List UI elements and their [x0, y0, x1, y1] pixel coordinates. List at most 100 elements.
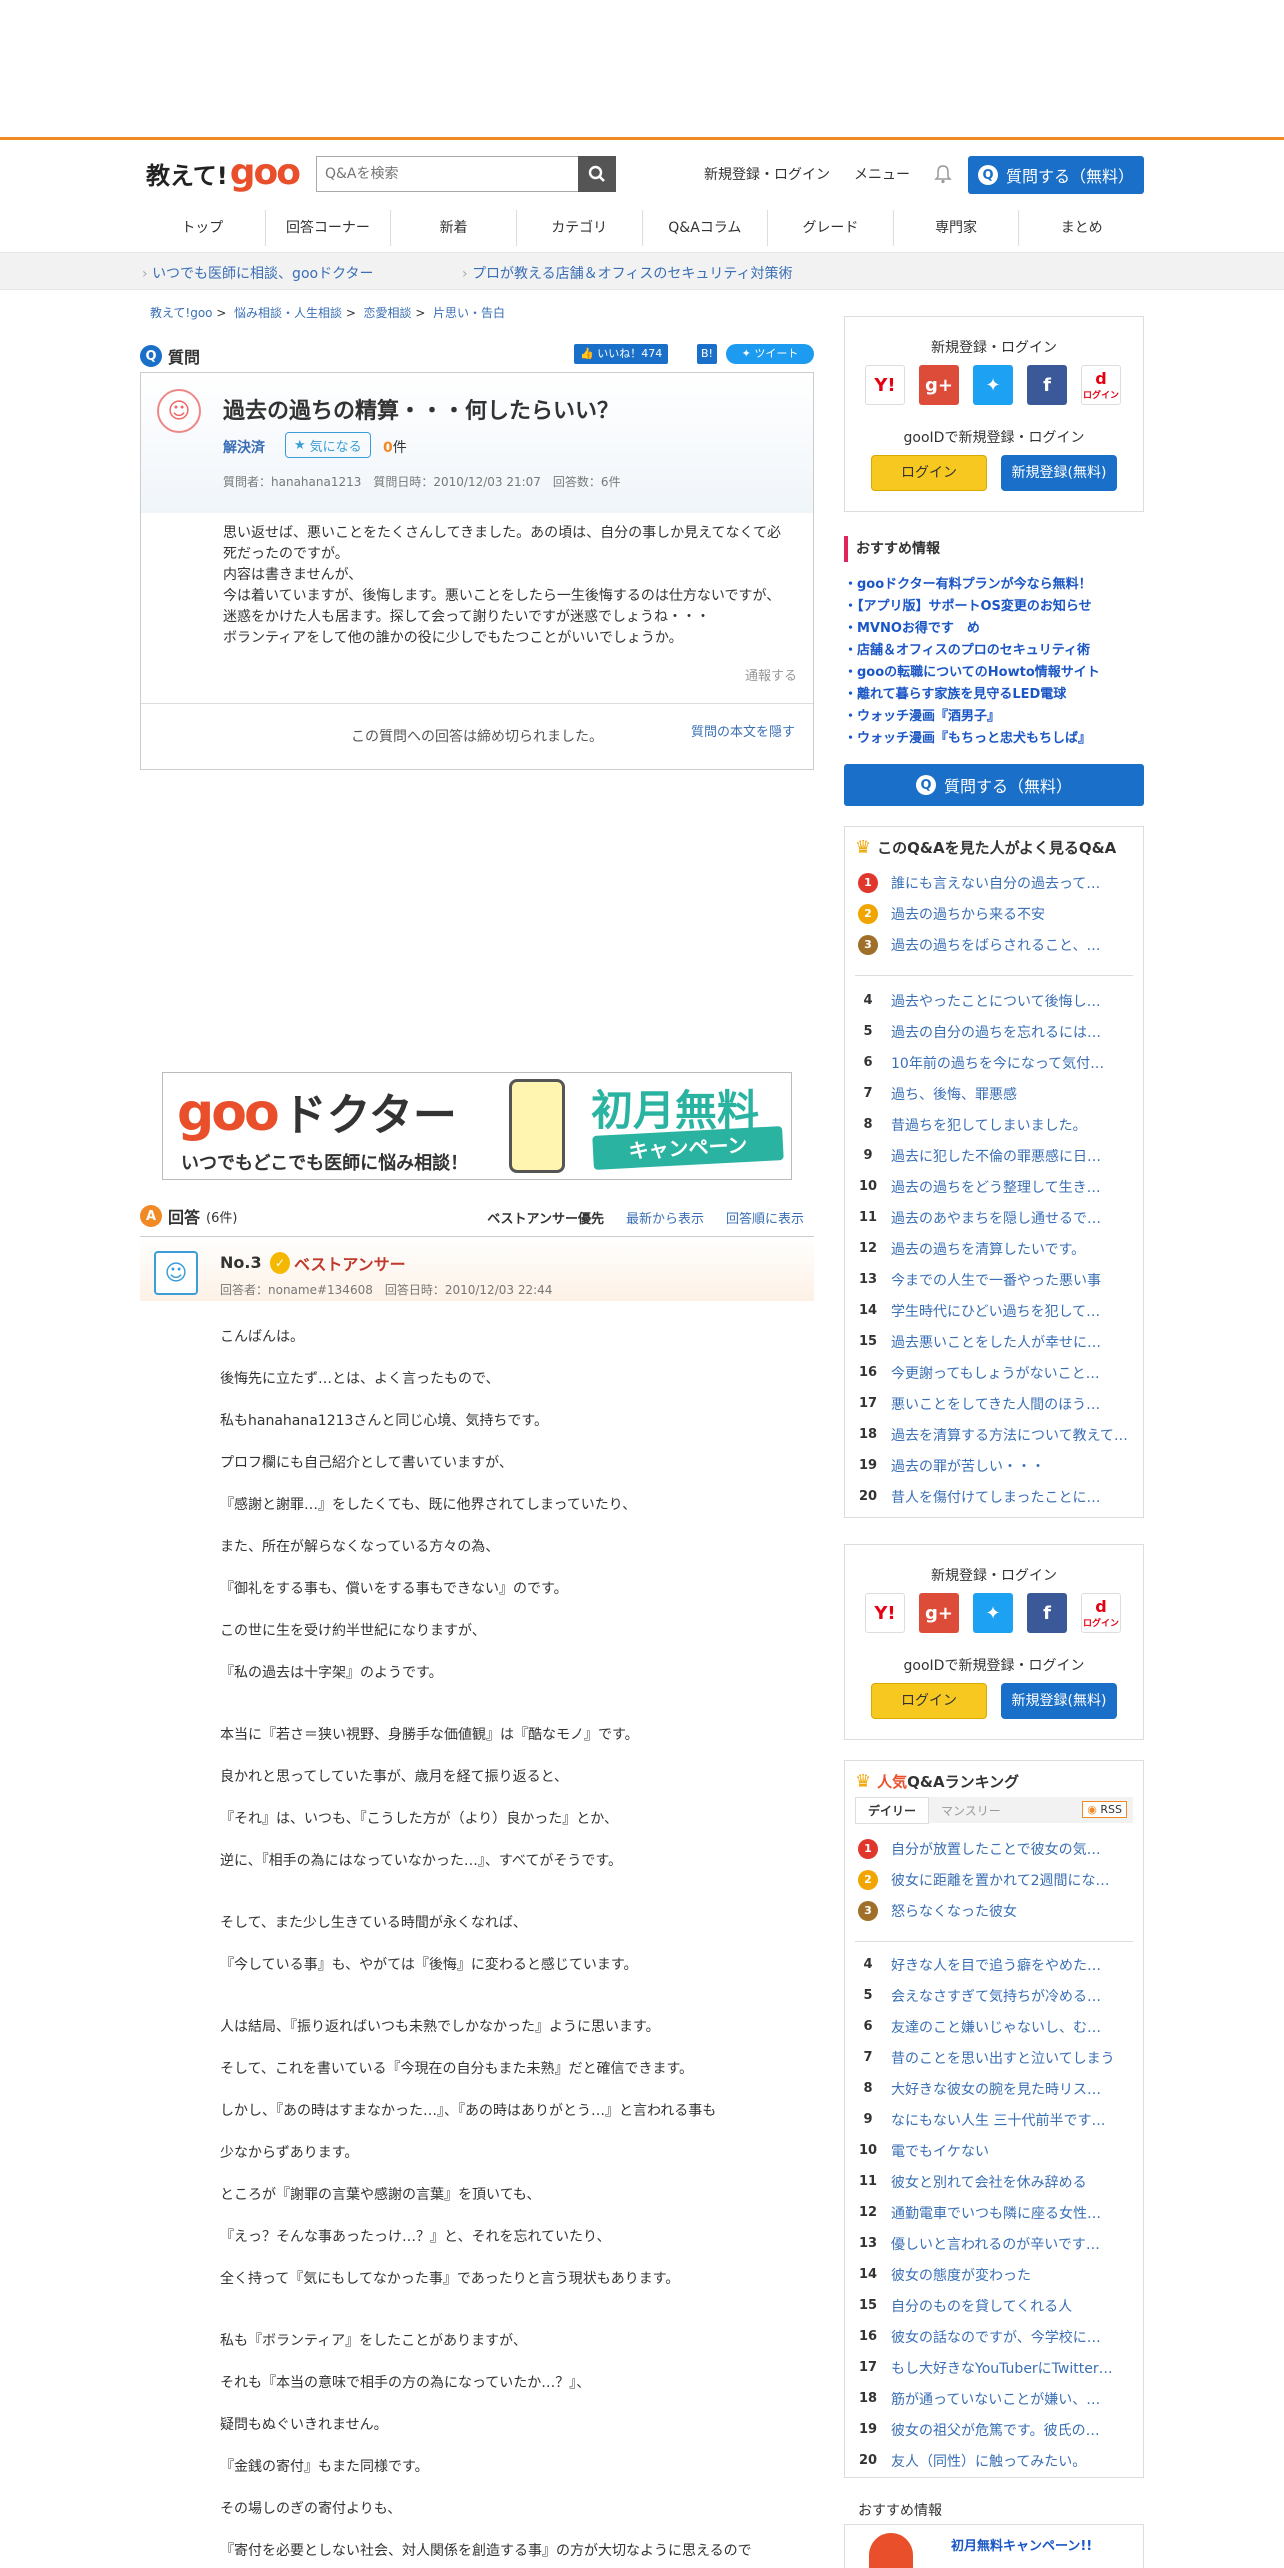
rank-item[interactable]: 17 もし大好きなYouTuberにTwitter…	[845, 2352, 1143, 2383]
facebook-login-icon[interactable]: f	[1027, 1593, 1067, 1633]
recommend-item[interactable]: ・ウォッチ漫画『酒男子』	[844, 706, 1144, 728]
recommend-item[interactable]: ・gooの転職についてのHowto情報サイト	[844, 662, 1144, 684]
nav-item-top[interactable]: トップ	[140, 210, 266, 246]
rank-item[interactable]: 18 過去を清算する方法について教えて…	[845, 1419, 1143, 1450]
rank-link[interactable]: 昔過ちを犯してしまいました。	[891, 1115, 1087, 1135]
rank-item[interactable]: 8 大好きな彼女の腕を見た時リス…	[845, 2073, 1143, 2104]
docomo-login-icon[interactable]: d ログイン	[1081, 365, 1121, 405]
nav-item-matome[interactable]: まとめ	[1019, 210, 1144, 246]
hide-question-link[interactable]: 質問の本文を隠す	[691, 721, 795, 740]
header-menu-link[interactable]: メニュー	[854, 164, 910, 184]
rank-item[interactable]: 10 電でもイケない	[845, 2135, 1143, 2166]
rank-link[interactable]: 過去に犯した不倫の罪悪感に日…	[891, 1146, 1101, 1166]
rank-item[interactable]: 8 昔過ちを犯してしまいました。	[845, 1109, 1143, 1140]
rank-item[interactable]: 3 怒らなくなった彼女	[845, 1895, 1143, 1926]
rank-link[interactable]: 過去のあやまちを隠し通せるで…	[891, 1208, 1101, 1228]
rank-item[interactable]: 3 過去の過ちをばらされること、…	[845, 929, 1143, 960]
yahoo-login-icon[interactable]: Y!	[865, 1593, 905, 1633]
bookmark-button[interactable]: B!	[697, 344, 717, 364]
rank-link[interactable]: 過去やったことについて後悔し…	[891, 991, 1101, 1011]
nav-item-expert[interactable]: 専門家	[894, 210, 1020, 246]
subbar-link-doctor[interactable]: › いつでも医師に相談、gooドクター	[142, 263, 374, 283]
rank-link[interactable]: 友人（同性）に触ってみたい。	[891, 2451, 1086, 2471]
recommend-item[interactable]: ・店舗＆オフィスのプロのセキュリティ術	[844, 640, 1144, 662]
rank-item[interactable]: 18 筋が通っていないことが嫌い、…	[845, 2383, 1143, 2414]
rank-link[interactable]: 昔人を傷付けてしまったことに…	[891, 1487, 1100, 1507]
rank-link[interactable]: 好きな人を目で追う癖をやめた…	[891, 1955, 1101, 1975]
google-login-icon[interactable]: g+	[919, 365, 959, 405]
rank-link[interactable]: 大好きな彼女の腕を見た時リス…	[891, 2079, 1101, 2099]
rank-link[interactable]: 彼女に距離を置かれて2週間にな…	[891, 1870, 1110, 1890]
google-login-icon[interactable]: g+	[919, 1593, 959, 1633]
recommend-item[interactable]: ・【アプリ版】サポートOS変更のお知らせ	[844, 596, 1144, 618]
like-button[interactable]: 👍 いいね！474	[574, 344, 669, 364]
rank-item[interactable]: 16 今更謝ってもしょうがないこと…	[845, 1357, 1143, 1388]
goo-doctor-banner[interactable]: goo ドクター いつでもどこでも医師に悩み相談！ 初月無料 キャンペーン	[162, 1072, 792, 1180]
rank-link[interactable]: 友達のこと嫌いじゃないし、む…	[891, 2017, 1101, 2037]
rank-item[interactable]: 14 学生時代にひどい過ちを犯して…	[845, 1295, 1143, 1326]
yahoo-login-icon[interactable]: Y!	[865, 365, 905, 405]
rank-item[interactable]: 6 10年前の過ちを今になって気付…	[845, 1047, 1143, 1078]
recommend-item[interactable]: ・gooドクター有料プランが今なら無料！	[844, 574, 1144, 596]
rank-item[interactable]: 9 過去に犯した不倫の罪悪感に日…	[845, 1140, 1143, 1171]
rank-link[interactable]: 彼女と別れて会社を休み辞める	[891, 2172, 1087, 2192]
rank-item[interactable]: 13 優しいと言われるのが辛いです…	[845, 2228, 1143, 2259]
rank-link[interactable]: 怒らなくなった彼女	[891, 1901, 1017, 1921]
ask-question-button[interactable]: Q 質問する（無料）	[968, 156, 1144, 194]
rank-link[interactable]: 会えなさすぎて気持ちが冷める…	[891, 1986, 1101, 2006]
bell-icon[interactable]	[934, 164, 952, 184]
nav-item-answer-corner[interactable]: 回答コーナー	[266, 210, 392, 246]
login-button[interactable]: ログイン	[871, 1683, 987, 1719]
rank-link[interactable]: 悪いことをしてきた人間のほう…	[891, 1394, 1100, 1414]
rank-item[interactable]: 14 彼女の態度が変わった	[845, 2259, 1143, 2290]
sort-newest[interactable]: 最新から表示	[626, 1208, 704, 1227]
rank-link[interactable]: 通勤電車でいつも隣に座る女性…	[891, 2203, 1101, 2223]
rank-item[interactable]: 1 自分が放置したことで彼女の気…	[845, 1833, 1143, 1864]
sort-order[interactable]: 回答順に表示	[726, 1208, 804, 1227]
breadcrumb-item[interactable]: 片思い・告白	[433, 306, 505, 320]
footer-recommend-card[interactable]: 初月無料キャンペーン!!	[844, 2524, 1144, 2568]
answerer-avatar[interactable]: ☺	[154, 1251, 198, 1295]
nav-item-category[interactable]: カテゴリ	[517, 210, 643, 246]
ask-question-button-side[interactable]: Q 質問する（無料）	[844, 764, 1144, 806]
rank-link[interactable]: 過去を清算する方法について教えて…	[891, 1425, 1128, 1445]
rank-item[interactable]: 5 会えなさすぎて気持ちが冷める…	[845, 1980, 1143, 2011]
watch-button[interactable]: ★ 気になる	[285, 432, 371, 458]
rank-item[interactable]: 11 彼女と別れて会社を休み辞める	[845, 2166, 1143, 2197]
search-button[interactable]	[578, 156, 616, 192]
rank-item[interactable]: 20 昔人を傷付けてしまったことに…	[845, 1481, 1143, 1512]
rank-item[interactable]: 7 過ち、後悔、罪悪感	[845, 1078, 1143, 1109]
rank-item[interactable]: 5 過去の自分の過ちを忘れるには…	[845, 1016, 1143, 1047]
search-input[interactable]	[317, 157, 579, 191]
sort-best-first[interactable]: ベストアンサー優先	[487, 1208, 604, 1227]
rank-item[interactable]: 6 友達のこと嫌いじゃないし、む…	[845, 2011, 1143, 2042]
rank-link[interactable]: 自分が放置したことで彼女の気…	[891, 1839, 1101, 1859]
rss-button[interactable]: ◉ RSS	[1082, 1801, 1127, 1818]
rank-link[interactable]: 過去の罪が苦しい・・・	[891, 1456, 1045, 1476]
recommend-item[interactable]: ・ウォッチ漫画『もちっと忠犬もちしば』	[844, 728, 1144, 750]
rank-item[interactable]: 10 過去の過ちをどう整理して生き…	[845, 1171, 1143, 1202]
rank-link[interactable]: 学生時代にひどい過ちを犯して…	[891, 1301, 1100, 1321]
rank-link[interactable]: 過去の過ちを清算したいです。	[891, 1239, 1085, 1259]
login-button[interactable]: ログイン	[871, 455, 987, 491]
register-button[interactable]: 新規登録(無料)	[1001, 1683, 1117, 1719]
tab-daily[interactable]: デイリー	[855, 1796, 930, 1824]
rank-link[interactable]: 過去悪いことをした人が幸せに…	[891, 1332, 1101, 1352]
rank-link[interactable]: 昔のことを思い出すと泣いてしまう	[891, 2048, 1115, 2068]
breadcrumb-item[interactable]: 恋愛相談	[364, 306, 412, 320]
rank-link[interactable]: 今までの人生で一番やった悪い事	[891, 1270, 1101, 1290]
register-button[interactable]: 新規登録(無料)	[1001, 455, 1117, 491]
rank-item[interactable]: 12 通勤電車でいつも隣に座る女性…	[845, 2197, 1143, 2228]
rank-item[interactable]: 4 好きな人を目で追う癖をやめた…	[845, 1949, 1143, 1980]
report-link[interactable]: 通報する	[745, 665, 797, 684]
nav-item-new[interactable]: 新着	[391, 210, 517, 246]
rank-item[interactable]: 17 悪いことをしてきた人間のほう…	[845, 1388, 1143, 1419]
twitter-login-icon[interactable]: ✦	[973, 1593, 1013, 1633]
rank-item[interactable]: 2 過去の過ちから来る不安	[845, 898, 1143, 929]
rank-item[interactable]: 11 過去のあやまちを隠し通せるで…	[845, 1202, 1143, 1233]
rank-item[interactable]: 15 自分のものを貸してくれる人	[845, 2290, 1143, 2321]
rank-link[interactable]: 過去の過ちから来る不安	[891, 904, 1045, 924]
rank-link[interactable]: もし大好きなYouTuberにTwitter…	[891, 2358, 1113, 2378]
rank-link[interactable]: 優しいと言われるのが辛いです…	[891, 2234, 1100, 2254]
rank-item[interactable]: 13 今までの人生で一番やった悪い事	[845, 1264, 1143, 1295]
